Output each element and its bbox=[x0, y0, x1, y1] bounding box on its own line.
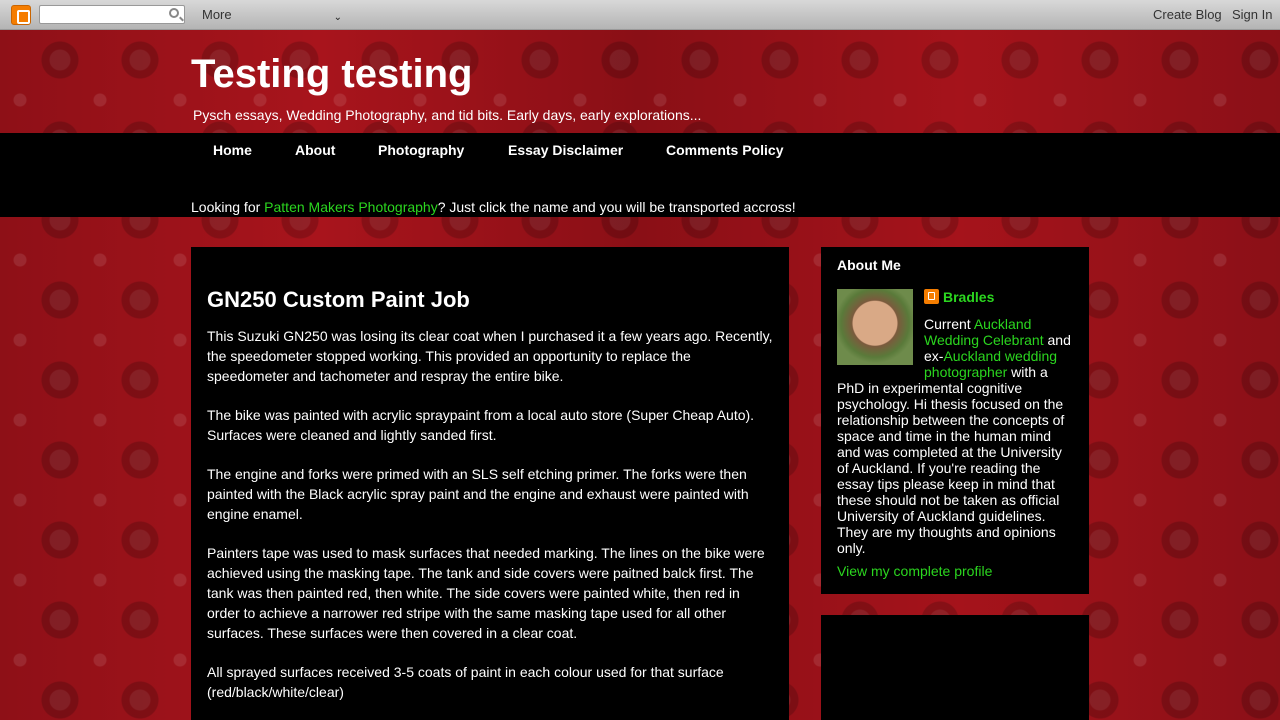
chevron-down-icon: ⌄ bbox=[333, 12, 342, 23]
post-paragraph: The engine and forks were primed with an… bbox=[207, 466, 749, 522]
create-blog-link[interactable]: Create Blog bbox=[1153, 7, 1222, 22]
blog-title[interactable]: Testing testing bbox=[191, 52, 472, 97]
post-paragraph: All sprayed surfaces received 3-5 coats … bbox=[207, 664, 724, 700]
tab-essay-disclaimer[interactable]: Essay Disclaimer bbox=[508, 142, 623, 158]
announcement-prefix: Looking for bbox=[191, 199, 265, 215]
widget-title: About Me bbox=[837, 257, 901, 273]
avatar[interactable] bbox=[837, 289, 913, 365]
blog-header: Testing testing Pysch essays, Wedding Ph… bbox=[0, 30, 1280, 133]
profile-name-link[interactable]: Bradles bbox=[943, 289, 994, 305]
more-label: More bbox=[202, 7, 232, 22]
post-body: This Suzuki GN250 was losing its clear c… bbox=[207, 326, 773, 702]
post-paragraph: The bike was painted with acrylic sprayp… bbox=[207, 407, 755, 443]
tab-photography[interactable]: Photography bbox=[378, 142, 464, 158]
more-dropdown[interactable]: More ⌄ bbox=[196, 5, 348, 24]
view-profile-link[interactable]: View my complete profile bbox=[837, 563, 1073, 579]
post-paragraph: Painters tape was used to mask surfaces … bbox=[207, 545, 765, 641]
tab-home[interactable]: Home bbox=[213, 142, 252, 158]
about-text-part: with a PhD in experimental cognitive psy… bbox=[837, 364, 1065, 556]
patten-makers-link[interactable]: Patten Makers Photography bbox=[264, 199, 438, 215]
blogger-logo-icon[interactable] bbox=[11, 5, 31, 25]
announcement-suffix: ? Just click the name and you will be tr… bbox=[437, 199, 796, 215]
post-title[interactable]: GN250 Custom Paint Job bbox=[207, 287, 773, 313]
blogger-navbar: More ⌄ Create Blog Sign In bbox=[0, 0, 1280, 30]
tabs-bar: Home About Photography Essay Disclaimer … bbox=[0, 133, 1280, 217]
sign-in-link[interactable]: Sign In bbox=[1232, 7, 1272, 22]
blog-description: Pysch essays, Wedding Photography, and t… bbox=[193, 107, 702, 123]
announcement: Looking for Patten Makers Photography? J… bbox=[191, 199, 796, 215]
tab-about[interactable]: About bbox=[295, 142, 335, 158]
blog-post: GN250 Custom Paint Job This Suzuki GN250… bbox=[191, 247, 789, 720]
about-me-widget: About Me Bradles Current Auckland Weddin… bbox=[821, 247, 1089, 594]
blogger-icon bbox=[924, 289, 939, 304]
about-text-part: Current bbox=[924, 316, 974, 332]
search-icon[interactable] bbox=[169, 8, 179, 18]
search-input[interactable] bbox=[39, 5, 185, 24]
sidebar-widget bbox=[821, 615, 1089, 720]
tab-comments-policy[interactable]: Comments Policy bbox=[666, 142, 783, 158]
post-paragraph: This Suzuki GN250 was losing its clear c… bbox=[207, 328, 773, 384]
